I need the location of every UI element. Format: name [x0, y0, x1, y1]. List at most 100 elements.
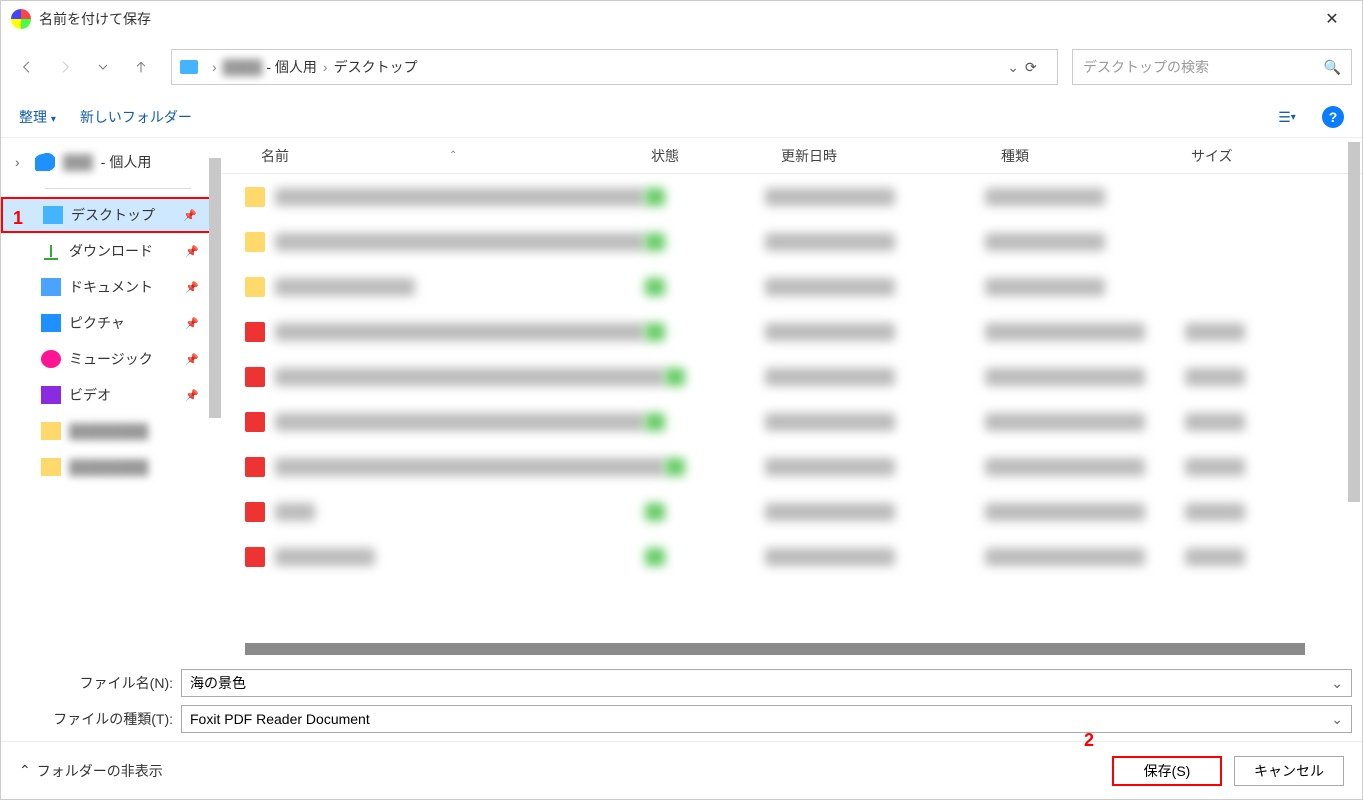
sidebar-item-label: ドキュメント [69, 277, 153, 297]
sidebar: 1 › ███ - 個人用 デスクトップ 📌 ダウンロード 📌 ドキュメント 📌… [1, 138, 221, 657]
file-row[interactable] [221, 444, 1362, 489]
filename-label: ファイル名(N): [11, 673, 181, 693]
file-row[interactable] [221, 354, 1362, 399]
nav-row: › ████ - 個人用 › デスクトップ ⌄ ⟳ デスクトップの検索 🔍 [1, 37, 1362, 97]
video-icon [41, 386, 61, 404]
back-button[interactable] [11, 51, 43, 83]
pdf-icon [245, 322, 265, 342]
document-icon [41, 278, 61, 296]
file-rows [221, 174, 1362, 641]
col-state[interactable]: 状態 [651, 146, 781, 166]
tree-user-blur: ███ [63, 154, 93, 170]
file-row[interactable] [221, 399, 1362, 444]
address-dropdown[interactable]: ⌄ [1007, 59, 1019, 76]
pin-icon[interactable]: 📌 [183, 209, 197, 222]
folder-icon [41, 458, 61, 476]
close-button[interactable]: ✕ [1312, 9, 1352, 29]
filetype-value: Foxit PDF Reader Document [190, 711, 1331, 727]
search-icon: 🔍 [1324, 59, 1341, 76]
organize-menu[interactable]: 整理 ▾ [19, 107, 56, 127]
breadcrumb-leaf[interactable]: デスクトップ [334, 57, 418, 77]
sort-indicator-icon: ⌃ [449, 150, 457, 161]
horizontal-scrollbar[interactable] [221, 641, 1362, 657]
filetype-select[interactable]: Foxit PDF Reader Document ⌄ [181, 705, 1352, 733]
col-name[interactable]: 名前⌃ [261, 146, 651, 166]
filename-value: 海の景色 [190, 673, 1331, 693]
divider [45, 188, 191, 189]
new-folder-button[interactable]: 新しいフォルダー [80, 107, 192, 127]
sidebar-item-downloads[interactable]: ダウンロード 📌 [1, 233, 221, 269]
breadcrumb-user[interactable]: ████ [223, 59, 263, 75]
chevron-right-icon: › [323, 59, 328, 75]
folder-icon [245, 232, 265, 252]
pin-icon[interactable]: 📌 [185, 317, 199, 330]
filetype-label: ファイルの種類(T): [11, 709, 181, 729]
up-button[interactable] [125, 51, 157, 83]
main-area: 1 › ███ - 個人用 デスクトップ 📌 ダウンロード 📌 ドキュメント 📌… [1, 137, 1362, 657]
sidebar-item-label: ダウンロード [69, 241, 153, 261]
pin-icon[interactable]: 📌 [185, 281, 199, 294]
sidebar-item-videos[interactable]: ビデオ 📌 [1, 377, 221, 413]
app-icon [11, 9, 31, 29]
sidebar-item-music[interactable]: ミュージック 📌 [1, 341, 221, 377]
footer: 2 ⌃ フォルダーの非表示 保存(S) キャンセル [1, 741, 1362, 799]
sidebar-item-folder[interactable]: ████████ [1, 449, 221, 485]
sidebar-item-desktop[interactable]: デスクトップ 📌 [1, 197, 221, 233]
titlebar: 名前を付けて保存 ✕ [1, 1, 1362, 37]
file-row[interactable] [221, 489, 1362, 534]
hide-folders-toggle[interactable]: ⌃ フォルダーの非表示 [19, 761, 163, 781]
col-date[interactable]: 更新日時 [781, 146, 1001, 166]
folder-name-blur: ████████ [69, 459, 148, 475]
filename-input[interactable]: 海の景色 ⌄ [181, 669, 1352, 697]
sidebar-item-folder[interactable]: ████████ [1, 413, 221, 449]
download-icon [41, 242, 61, 260]
view-options-button[interactable]: ☰ ▾ [1276, 106, 1298, 128]
file-row[interactable] [221, 174, 1362, 219]
refresh-button[interactable]: ⟳ [1025, 59, 1049, 76]
annotation-1: 1 [13, 208, 23, 229]
pin-icon[interactable]: 📌 [185, 245, 199, 258]
forward-button[interactable] [49, 51, 81, 83]
col-size[interactable]: サイズ [1191, 146, 1301, 166]
save-form: ファイル名(N): 海の景色 ⌄ ファイルの種類(T): Foxit PDF R… [1, 657, 1362, 741]
file-row[interactable] [221, 309, 1362, 354]
sidebar-scrollbar[interactable] [209, 158, 221, 418]
music-icon [41, 350, 61, 368]
chevron-up-icon: ⌃ [19, 762, 31, 779]
file-row[interactable] [221, 219, 1362, 264]
pdf-icon [245, 502, 265, 522]
address-bar[interactable]: › ████ - 個人用 › デスクトップ ⌄ ⟳ [171, 49, 1058, 85]
window-title: 名前を付けて保存 [39, 9, 1312, 29]
toolbar: 整理 ▾ 新しいフォルダー ☰ ▾ ? [1, 97, 1362, 137]
file-row[interactable] [221, 264, 1362, 309]
pin-icon[interactable]: 📌 [185, 389, 199, 402]
folder-icon [245, 187, 265, 207]
save-button[interactable]: 保存(S) [1112, 756, 1222, 786]
picture-icon [41, 314, 61, 332]
file-row[interactable] [221, 534, 1362, 579]
chevron-down-icon: ▾ [51, 114, 56, 125]
folder-icon [245, 277, 265, 297]
help-button[interactable]: ? [1322, 106, 1344, 128]
tree-top-suffix: - 個人用 [101, 152, 152, 172]
file-list: 名前⌃ 状態 更新日時 種類 サイズ [221, 138, 1362, 657]
chevron-right-icon: › [212, 59, 217, 75]
search-input[interactable]: デスクトップの検索 🔍 [1072, 49, 1352, 85]
pdf-icon [245, 412, 265, 432]
breadcrumb-user-suffix[interactable]: - 個人用 [266, 57, 317, 77]
cancel-button[interactable]: キャンセル [1234, 756, 1344, 786]
chevron-down-icon[interactable]: ⌄ [1331, 711, 1343, 728]
pin-icon[interactable]: 📌 [185, 353, 199, 366]
pdf-icon [245, 457, 265, 477]
pdf-icon [245, 367, 265, 387]
sidebar-item-pictures[interactable]: ピクチャ 📌 [1, 305, 221, 341]
tree-onedrive[interactable]: › ███ - 個人用 [1, 144, 221, 180]
pdf-icon [245, 547, 265, 567]
sidebar-item-documents[interactable]: ドキュメント 📌 [1, 269, 221, 305]
folder-name-blur: ████████ [69, 423, 148, 439]
chevron-down-icon[interactable]: ⌄ [1331, 675, 1343, 692]
sidebar-item-label: ピクチャ [69, 313, 125, 333]
col-type[interactable]: 種類 [1001, 146, 1191, 166]
list-scrollbar[interactable] [1348, 142, 1360, 502]
recent-dropdown[interactable] [87, 51, 119, 83]
